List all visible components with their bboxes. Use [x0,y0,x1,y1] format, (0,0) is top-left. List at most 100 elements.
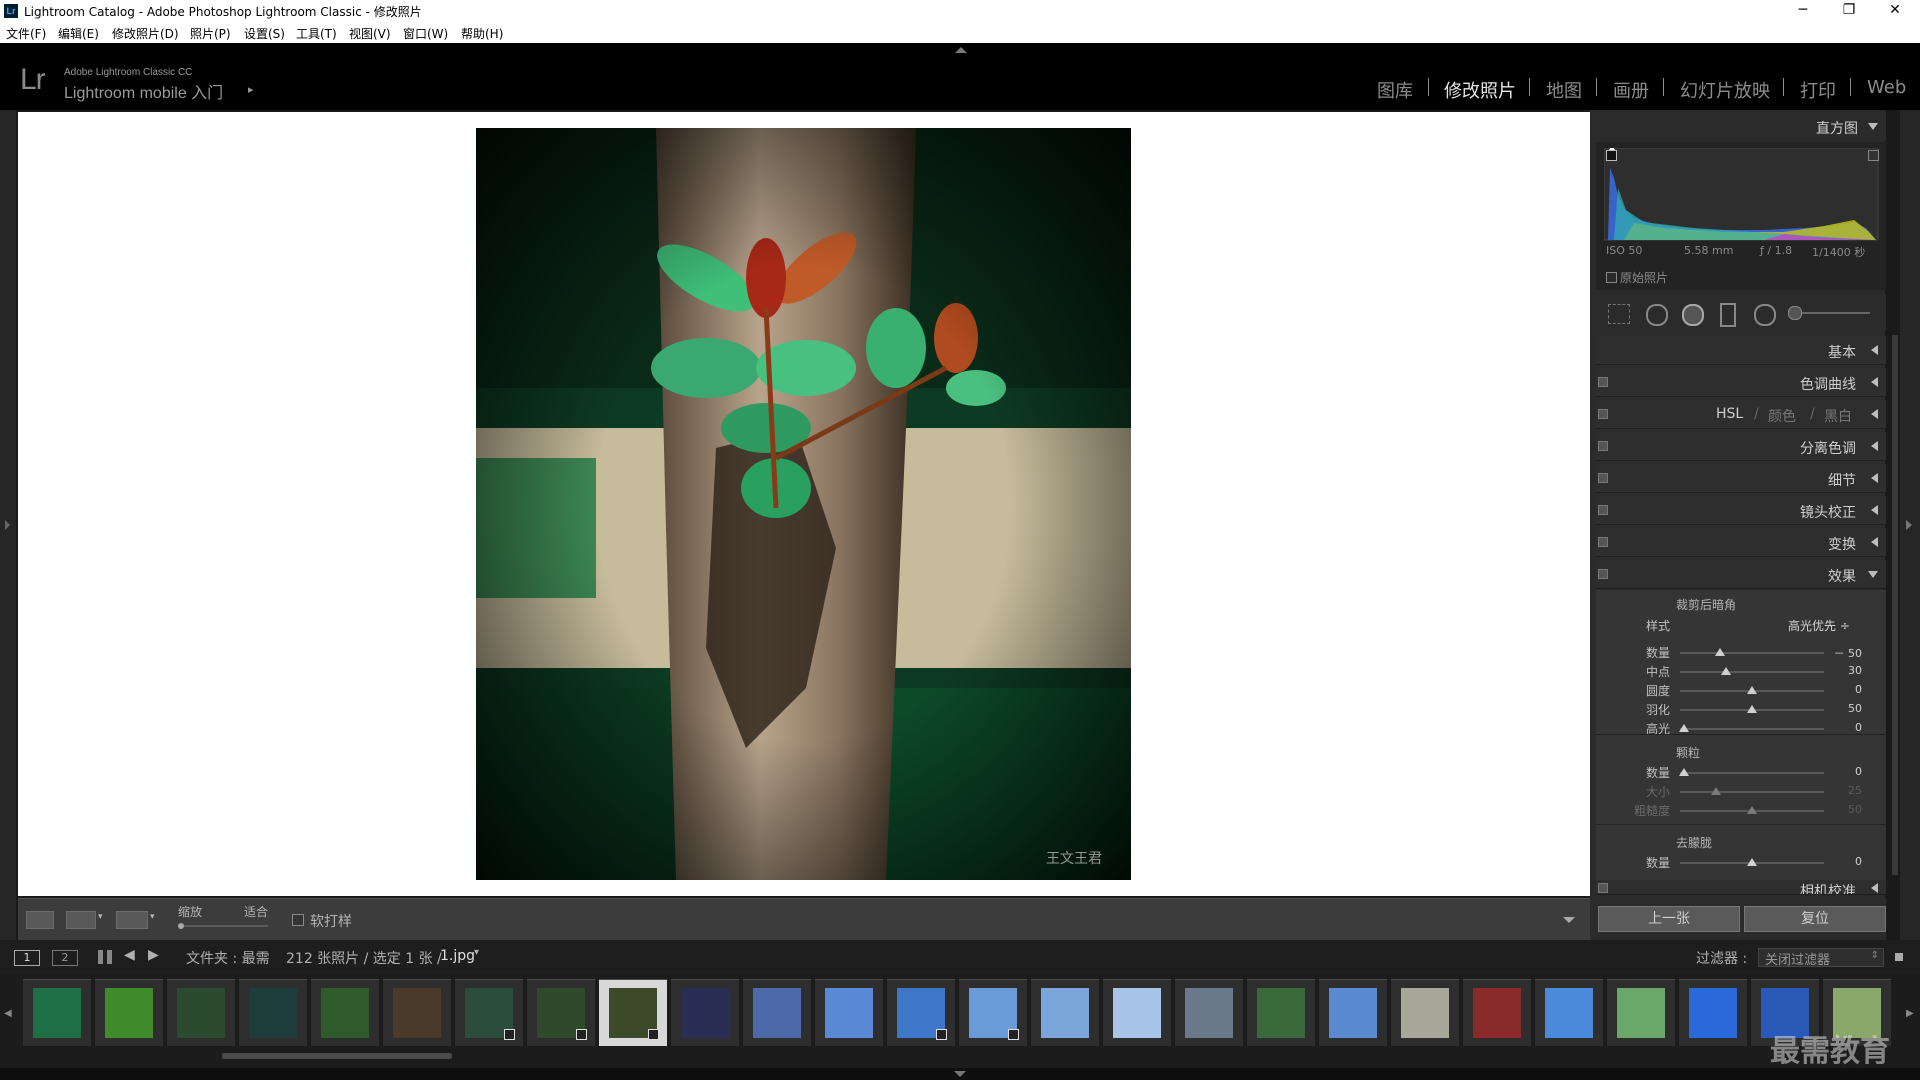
right-panel-collapse-strip[interactable] [1900,110,1920,940]
graduated-filter-icon[interactable] [1720,303,1736,327]
module-library[interactable]: 图库 [1377,77,1413,103]
triangle-left-icon[interactable] [1871,883,1878,893]
play-icon[interactable]: ▸ [248,83,254,96]
filmstrip-thumb[interactable] [1319,979,1387,1046]
filmstrip-thumb[interactable] [1175,979,1243,1046]
panel-switch[interactable] [1598,537,1608,547]
triangle-down-icon[interactable] [1868,571,1878,578]
right-panel-scrollbar[interactable] [1892,335,1898,875]
filmstrip-thumb[interactable] [311,979,379,1046]
filmstrip-thumb[interactable] [959,979,1027,1046]
filename[interactable]: 1.jpg [440,948,475,964]
filmstrip-thumb[interactable] [1391,979,1459,1046]
menu-photo[interactable]: 照片(P) [190,25,231,42]
slider-thumb[interactable] [1715,648,1726,656]
before-after-swap-button[interactable] [116,911,148,929]
fit-label[interactable]: 适合 [244,903,268,920]
filmstrip-thumb[interactable] [95,979,163,1046]
scroll-right-icon[interactable]: ▶ [1906,1008,1914,1019]
slider-value[interactable]: 25 [1832,784,1862,797]
source-label[interactable]: 文件夹 : 最需 [186,948,270,968]
style-dropdown[interactable]: 高光优先 ÷ [1788,617,1850,634]
softproof-checkbox[interactable] [292,914,304,926]
triangle-left-icon[interactable] [1871,473,1878,483]
slider-track[interactable] [1680,772,1824,774]
module-print[interactable]: 打印 [1800,77,1836,103]
histogram-graph[interactable] [1604,148,1894,248]
menu-view[interactable]: 视图(V) [349,25,391,42]
module-map[interactable]: 地图 [1546,77,1582,103]
module-slideshow[interactable]: 幻灯片放映 [1680,77,1770,103]
filmstrip-thumb[interactable] [671,979,739,1046]
lock-icon[interactable] [1895,953,1903,961]
red-eye-icon[interactable] [1682,304,1704,326]
left-panel-collapsed[interactable] [0,110,16,940]
previous-button[interactable]: 上一张 [1598,906,1740,932]
filter-dropdown[interactable]: 关闭过滤器 ⇕ [1758,948,1884,968]
slider-track[interactable] [1680,728,1824,730]
menu-tools[interactable]: 工具(T) [296,25,337,42]
slider-thumb[interactable] [1747,806,1757,814]
identity-plate-mobile[interactable]: Lightroom mobile 入门 [64,79,223,103]
scroll-left-icon[interactable]: ◀ [4,1008,12,1019]
zoom-slider[interactable] [178,925,268,927]
filmstrip-thumb[interactable] [1031,979,1099,1046]
transform-panel-header[interactable]: 变换 [1596,528,1886,557]
slider-thumb[interactable] [1747,686,1757,694]
triangle-left-icon[interactable] [1871,505,1878,515]
slider-thumb[interactable] [1721,667,1732,675]
panel-switch[interactable] [1598,441,1608,451]
triangle-left-icon[interactable] [1871,441,1878,451]
filmstrip-scrollbar[interactable] [222,1053,452,1059]
chevron-down-icon[interactable]: ▾ [150,912,155,922]
panel-switch[interactable] [1598,569,1608,579]
menu-develop[interactable]: 修改照片(D) [112,25,179,42]
expand-left-icon[interactable] [5,520,10,530]
bottom-collapse-bar[interactable] [0,1068,1920,1080]
filmstrip-thumb[interactable] [1535,979,1603,1046]
slider-value[interactable]: 0 [1832,855,1862,868]
crop-tool-icon[interactable] [1608,304,1630,324]
filmstrip-thumb[interactable] [527,979,595,1046]
loupe-view-button[interactable] [26,911,54,929]
close-button[interactable]: ✕ [1872,0,1918,22]
reset-button[interactable]: 复位 [1744,906,1886,932]
triangle-left-icon[interactable] [1871,345,1878,355]
slider-value[interactable]: 0 [1832,683,1862,696]
filmstrip-thumb[interactable] [1679,979,1747,1046]
filmstrip-thumb[interactable] [1607,979,1675,1046]
radial-filter-icon[interactable] [1754,304,1776,326]
filmstrip-thumb[interactable] [383,979,451,1046]
menu-file[interactable]: 文件(F) [6,25,46,42]
detail-panel-header[interactable]: 细节 [1596,464,1886,493]
menu-help[interactable]: 帮助(H) [461,25,503,42]
basic-panel-header[interactable]: 基本 [1596,336,1886,365]
brush-slider[interactable] [1790,312,1870,314]
panel-switch[interactable] [1598,473,1608,483]
module-book[interactable]: 画册 [1613,77,1649,103]
filmstrip-thumb[interactable] [1463,979,1531,1046]
adjustment-brush-icon[interactable] [1788,306,1802,320]
slider-value[interactable]: 0 [1832,765,1862,778]
slider-thumb[interactable] [1711,787,1721,795]
menu-edit[interactable]: 编辑(E) [58,25,99,42]
second-window-button[interactable]: 2 [52,950,78,966]
menu-settings[interactable]: 设置(S) [244,25,285,42]
toolbar-menu-icon[interactable] [1563,917,1575,923]
highlight-clipping-icon[interactable] [1868,150,1879,161]
panel-switch[interactable] [1598,377,1608,387]
slider-value[interactable]: 50 [1832,702,1862,715]
calibration-panel-header[interactable]: 相机校准 [1596,880,1886,895]
filmstrip-thumb[interactable] [167,979,235,1046]
slider-track[interactable] [1680,791,1824,793]
panel-switch[interactable] [1598,409,1608,419]
filmstrip-thumb[interactable] [455,979,523,1046]
slider-thumb[interactable] [1679,768,1690,776]
slider-track[interactable] [1680,652,1824,654]
filmstrip-thumb[interactable] [1247,979,1315,1046]
bw-tab[interactable]: 黑白 [1824,406,1852,426]
collapse-bottom-icon[interactable] [954,1071,966,1077]
menu-window[interactable]: 窗口(W) [403,25,448,42]
slider-thumb[interactable] [1679,724,1690,732]
restore-button[interactable]: ❐ [1826,0,1872,22]
